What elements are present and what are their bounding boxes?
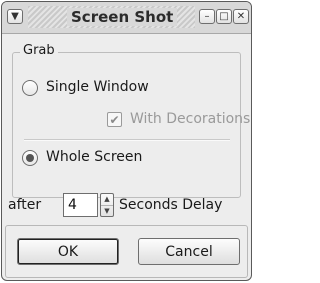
close-icon: ✕ — [236, 10, 246, 22]
single-window-label[interactable]: Single Window — [46, 78, 149, 96]
window-title: Screen Shot — [67, 8, 178, 26]
close-button[interactable]: ✕ — [233, 9, 249, 24]
whole-screen-label[interactable]: Whole Screen — [46, 148, 142, 166]
chevron-down-icon: ▼ — [11, 10, 19, 22]
grab-group-title: Grab — [20, 42, 58, 60]
cancel-button[interactable]: Cancel — [138, 238, 240, 265]
delay-seconds-input[interactable] — [63, 193, 98, 217]
minimize-button[interactable]: – — [199, 9, 215, 24]
window-menu-button[interactable]: ▼ — [7, 9, 23, 24]
single-window-radio[interactable] — [22, 80, 38, 96]
delay-spinner[interactable]: ▲ ▼ — [100, 193, 114, 217]
with-decorations-label[interactable]: With Decorations — [130, 110, 250, 128]
spin-down-icon[interactable]: ▼ — [101, 205, 113, 217]
minimize-icon: – — [204, 10, 210, 22]
delay-suffix-label: Seconds Delay — [119, 197, 223, 213]
ok-button[interactable]: OK — [17, 238, 119, 265]
group-separator — [24, 139, 230, 141]
checkmark-icon: ✔ — [109, 112, 120, 127]
spin-up-icon[interactable]: ▲ — [101, 194, 113, 205]
maximize-button[interactable]: □ — [216, 9, 232, 24]
with-decorations-checkbox[interactable]: ✔ — [107, 112, 122, 127]
screenshot-dialog: ▼ Screen Shot – □ ✕ Grab Single Window ✔… — [1, 1, 252, 281]
maximize-icon: □ — [219, 10, 229, 22]
title-bar[interactable]: ▼ Screen Shot – □ ✕ — [2, 2, 251, 34]
delay-prefix-label: after — [8, 197, 42, 213]
title-drag-area[interactable]: Screen Shot — [28, 6, 195, 28]
whole-screen-radio[interactable] — [22, 150, 38, 166]
